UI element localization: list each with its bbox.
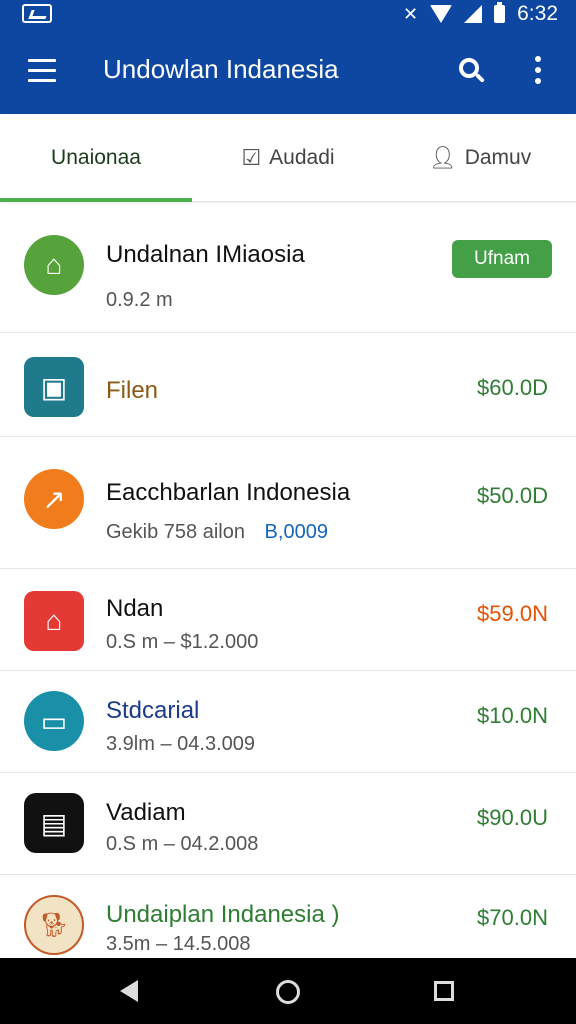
list-item[interactable]: ⌂ Ndan 0.S m – $1.2.000 $59.0N (0, 569, 576, 671)
status-icons: ✕ 6:32 (403, 0, 558, 28)
list-item[interactable]: ▣ Filen $60.0D (0, 333, 576, 437)
item-name: Eacchbarlan Indonesia (106, 479, 351, 506)
status-bar: ✕ 6:32 (0, 0, 576, 28)
tab-3[interactable]: 👤︎ Damuv (384, 114, 576, 202)
item-price: $59.0N (477, 601, 548, 626)
signal-icon (464, 5, 483, 23)
wifi-icon (430, 5, 453, 23)
tab-label: Audadi (269, 146, 335, 169)
back-icon[interactable] (120, 980, 138, 1002)
item-price: $50.0D (477, 483, 548, 508)
system-nav-bar (0, 958, 576, 1024)
tab-1[interactable]: Unaionaa (0, 114, 192, 202)
list-item[interactable]: ⌂ Undalnan IMiaosia 0.9.2 m Ufnam (0, 203, 576, 333)
item-name: Vadiam (106, 799, 186, 826)
item-name: Stdcarial (106, 697, 200, 724)
tab-2[interactable]: ☑ Audadi (192, 114, 384, 202)
item-sub: 3.9lm – 04.3.009 (106, 733, 255, 755)
item-sub: 0.S m – 04.2.008 (106, 833, 259, 855)
menu-icon[interactable] (28, 59, 56, 83)
tab-bar: Unaionaa ☑ Audadi 👤︎ Damuv (0, 114, 576, 202)
image-icon (22, 4, 52, 23)
more-vert-icon[interactable] (530, 56, 546, 86)
item-name: Filen (106, 377, 159, 404)
app-title: Undowlan Indanesia (103, 54, 339, 84)
item-price: $70.0N (477, 905, 548, 930)
list-item[interactable]: ▭ Stdcarial 3.9lm – 04.3.009 $10.0N (0, 671, 576, 773)
home-icon: ⌂ (24, 235, 84, 295)
item-name: Undaiplan Indanesia ) (106, 901, 340, 928)
search-icon[interactable] (457, 56, 489, 88)
tab-label: Unaionaa (51, 146, 141, 169)
vibrate-icon: ✕ (403, 4, 419, 24)
item-name: Ndan (106, 595, 164, 622)
tab-indicator (0, 198, 192, 202)
item-price: $90.0U (477, 805, 548, 830)
person-icon: 👤︎ (428, 145, 457, 170)
chart-icon: ↗ (24, 469, 84, 529)
item-sub: 0.S m – $1.2.000 (106, 631, 259, 653)
app-bar: Undowlan Indanesia (0, 28, 576, 114)
item-name: Undalnan IMiaosia (106, 241, 305, 268)
list-item[interactable]: ↗ Eacchbarlan Indonesia Gekib 758 ailon … (0, 437, 576, 569)
item-sub: Gekib 758 ailon B,0009 (106, 521, 328, 543)
home-circle-icon[interactable] (276, 980, 300, 1004)
image-icon: ▣ (24, 357, 84, 417)
house-icon: ⌂ (24, 591, 84, 651)
monitor-icon: ▭ (24, 691, 84, 751)
battery-icon (494, 2, 506, 23)
item-price: $10.0N (477, 703, 548, 728)
status-badge[interactable]: Ufnam (452, 240, 552, 278)
recent-apps-icon[interactable] (434, 981, 454, 1001)
check-box-icon: ☑ (241, 145, 262, 170)
list-item[interactable]: 🐕︎ Undaiplan Indanesia ) 3.5m – 14.5.008… (0, 875, 576, 965)
tab-label: Damuv (464, 146, 532, 169)
item-sub: 3.5m – 14.5.008 (106, 933, 251, 955)
dog-logo-icon: 🐕︎ (24, 895, 84, 955)
list-item[interactable]: ▤ Vadiam 0.S m – 04.2.008 $90.0U (0, 773, 576, 875)
device-icon: ▤ (24, 793, 84, 853)
status-time: 6:32 (517, 2, 558, 25)
item-sub: 0.9.2 m (106, 289, 173, 311)
item-price: $60.0D (477, 375, 548, 400)
